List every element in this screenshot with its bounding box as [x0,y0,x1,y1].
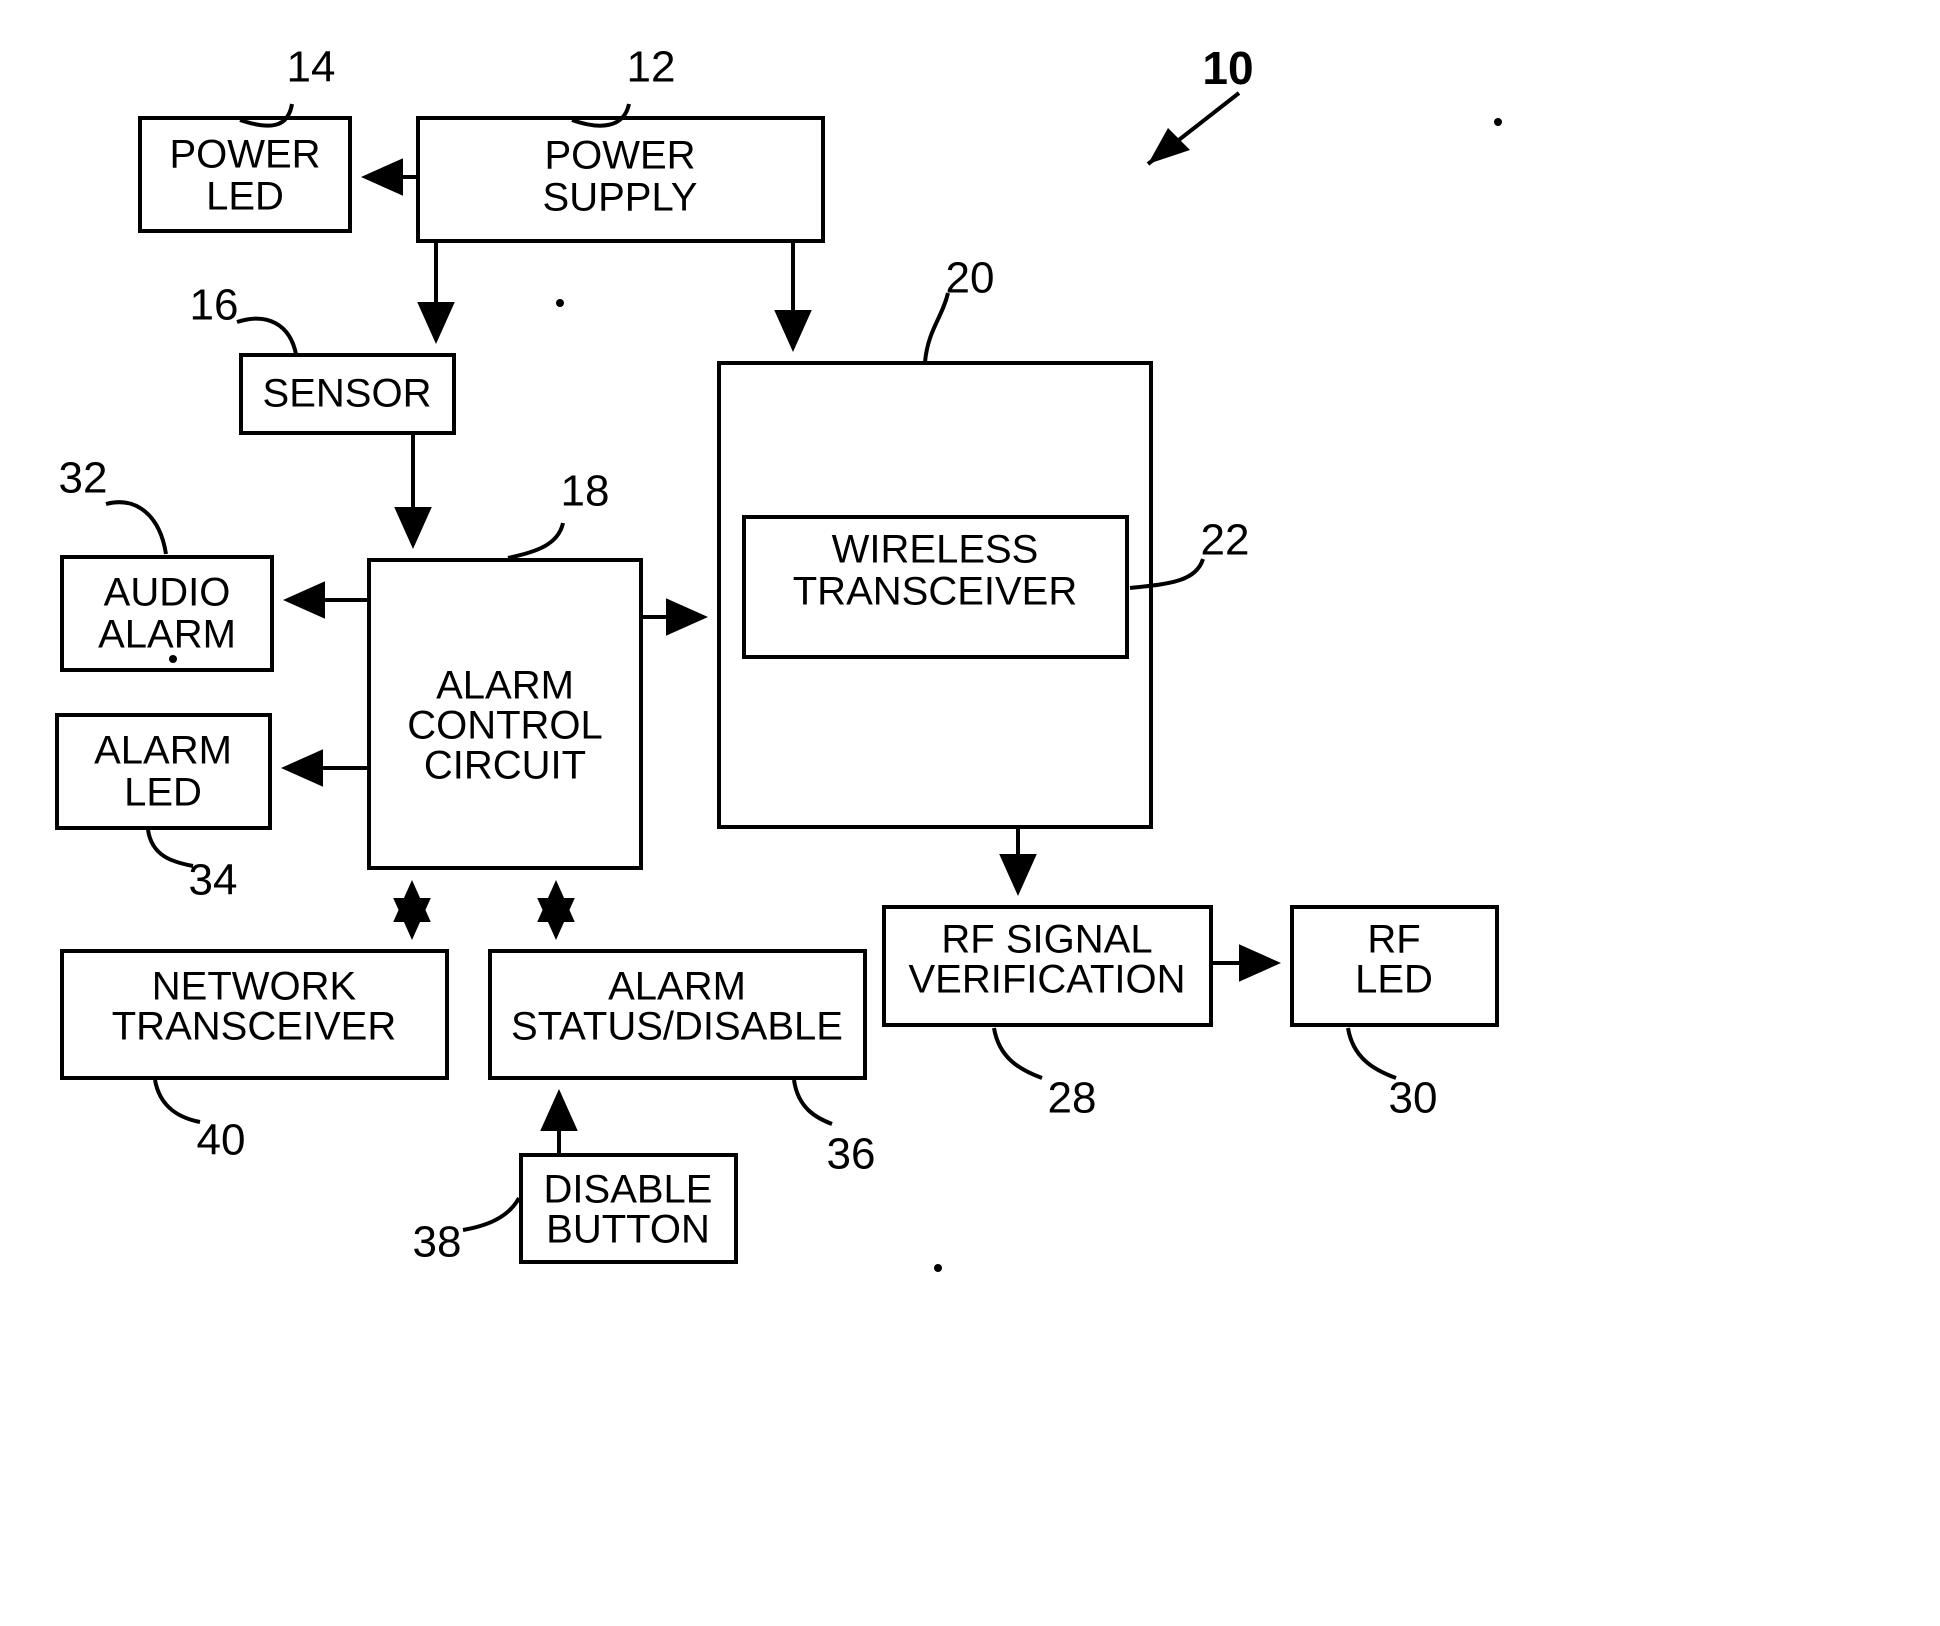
block-rf-signal-verification-label-1: RF SIGNAL [941,918,1152,962]
block-network-transceiver-label-1: NETWORK [152,965,357,1009]
ref-label-36: 36 [827,1130,876,1179]
block-audio-alarm-label-2: ALARM [98,613,236,657]
block-alarm-led-label-1: ALARM [94,729,232,773]
ref-label-30: 30 [1389,1074,1438,1123]
ref-label-18: 18 [561,467,610,516]
block-rf-signal-verification-label-2: VERIFICATION [908,958,1185,1002]
leader-34 [146,829,194,868]
block-alarm-control-label-1: ALARM [436,664,574,708]
speck-mark-3 [556,299,564,307]
speck-mark-1 [1494,118,1502,126]
leader-36 [792,1079,833,1126]
block-alarm-control-circuit: ALARM CONTROL CIRCUIT [367,558,643,870]
leader-16 [236,316,298,355]
block-power-led-label-1: POWER [169,133,320,177]
block-audio-alarm-label-1: AUDIO [104,571,231,615]
leader-32 [105,500,168,555]
block-alarm-status-disable: ALARM STATUS/DISABLE [488,949,867,1080]
block-network-transceiver-label-2: TRANSCEIVER [112,1005,397,1049]
leader-20 [923,292,950,363]
leader-18 [507,522,565,560]
leader-40 [153,1079,201,1124]
ref-label-28: 28 [1048,1074,1097,1123]
block-alarm-status-label-2: STATUS/DISABLE [511,1005,843,1049]
block-diagram: POWER LED POWER SUPPLY SENSOR ALARM CONT… [55,42,1502,1272]
block-rf-led: RF LED [1290,905,1499,1027]
block-alarm-control-label-3: CIRCUIT [424,744,586,788]
block-alarm-led: ALARM LED [55,713,272,830]
block-alarm-led-label-2: LED [124,771,202,815]
block-disable-button-label-1: DISABLE [544,1168,713,1212]
figure-reference-arrow: 10 [1146,42,1254,166]
figure-canvas: POWER LED POWER SUPPLY SENSOR ALARM CONT… [0,0,1940,1626]
block-alarm-status-label-1: ALARM [608,965,746,1009]
block-wireless-transceiver-label-2: TRANSCEIVER [793,570,1078,614]
ref-label-40: 40 [197,1116,246,1165]
block-wireless-transceiver: WIRELESS TRANSCEIVER [742,515,1129,659]
block-rf-signal-verification: RF SIGNAL VERIFICATION [882,905,1213,1027]
block-network-transceiver: NETWORK TRANSCEIVER [60,949,449,1080]
block-power-supply: POWER SUPPLY [416,116,825,243]
block-alarm-control-label-2: CONTROL [407,704,603,748]
leader-10-arrowhead [1148,128,1190,164]
block-rf-led-label-2: LED [1355,958,1433,1002]
leader-28 [992,1027,1043,1080]
ref-label-12: 12 [627,43,676,92]
speck-mark-4 [169,655,177,663]
ref-label-22: 22 [1201,516,1250,565]
block-wireless-transceiver-label-1: WIRELESS [832,528,1039,572]
block-sensor: SENSOR [239,353,456,435]
leader-30 [1346,1027,1397,1080]
block-sensor-label: SENSOR [263,372,432,416]
block-rf-led-label-1: RF [1367,918,1420,962]
ref-label-20: 20 [946,254,995,303]
block-disable-button-label-2: BUTTON [546,1208,710,1252]
block-power-led: POWER LED [138,116,352,233]
block-power-supply-label-2: SUPPLY [543,176,698,220]
ref-label-16: 16 [190,281,239,330]
ref-label-10: 10 [1202,42,1253,94]
block-disable-button: DISABLE BUTTON [519,1153,738,1264]
block-power-led-label-2: LED [206,175,284,219]
speck-mark-2 [934,1264,942,1272]
ref-label-32: 32 [59,454,108,503]
leader-38 [462,1196,521,1232]
block-audio-alarm: AUDIO ALARM [60,555,274,672]
block-power-supply-label-1: POWER [544,134,695,178]
ref-label-34: 34 [189,856,238,905]
ref-label-38: 38 [413,1218,462,1267]
ref-label-14: 14 [287,43,336,92]
